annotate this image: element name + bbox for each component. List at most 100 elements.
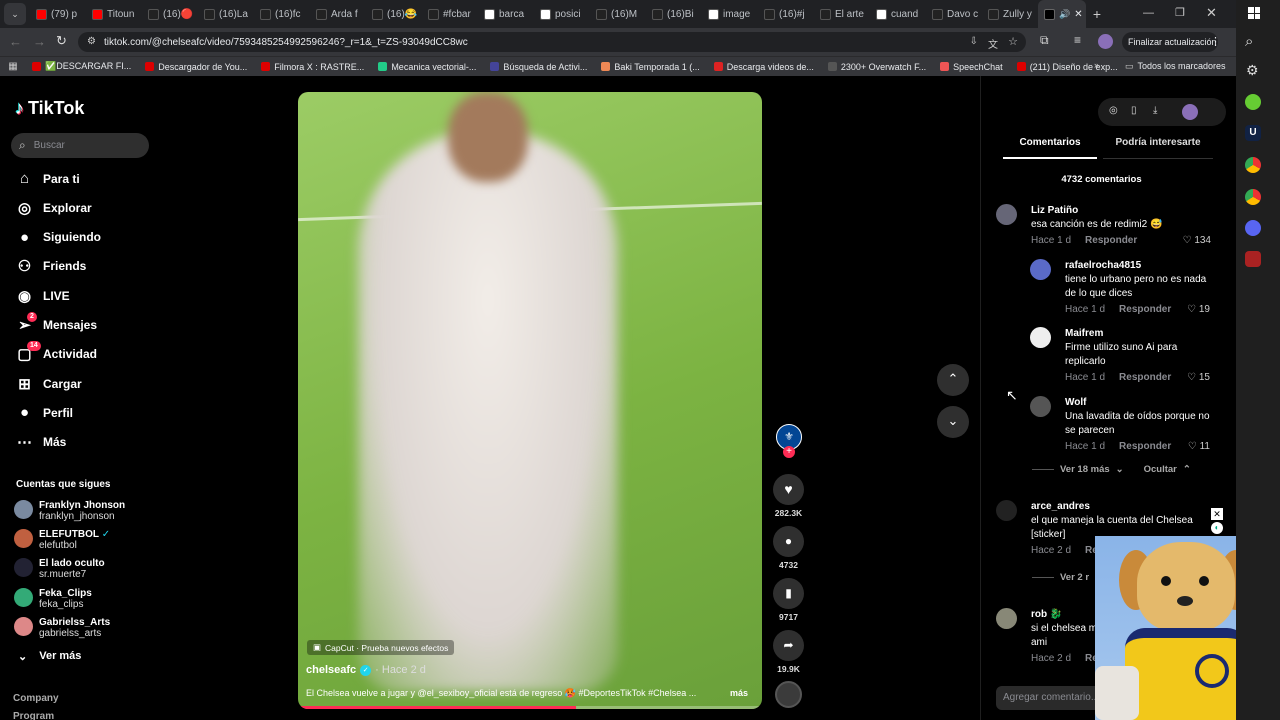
download-icon[interactable]: ⤓	[1153, 105, 1157, 116]
tab[interactable]: (16)Bi	[646, 0, 702, 28]
app-u-icon[interactable]: U	[1245, 125, 1261, 141]
overlay-toggle-icon[interactable]: ◐	[1211, 522, 1223, 534]
search-icon[interactable]: ⌕	[1245, 33, 1253, 50]
effect-pill[interactable]: ▣ CapCut · Prueba nuevos efectos	[307, 640, 455, 655]
minimize-button[interactable]: —	[1143, 7, 1154, 19]
nav-item-para-ti[interactable]: ⌂ Para ti	[16, 170, 80, 187]
bookmark-item[interactable]: Baki Temporada 1 (...	[595, 62, 705, 72]
video-author[interactable]: chelseafc	[306, 664, 356, 676]
music-disc-avatar[interactable]	[775, 681, 802, 708]
commenter-avatar[interactable]	[1030, 259, 1051, 280]
bookmark-item[interactable]: Mecanica vectorial-...	[372, 62, 482, 72]
followed-account[interactable]: El lado oculto sr.muerte7	[14, 558, 105, 580]
chrome-icon[interactable]	[1245, 157, 1261, 173]
bookmarks-overflow-icon[interactable]: »	[1094, 60, 1099, 70]
commenter-avatar[interactable]	[1030, 396, 1051, 417]
search-box[interactable]: ⌕ Buscar	[11, 133, 149, 158]
bookmark-item[interactable]: Filmora X : RASTRE...	[255, 62, 370, 72]
tab[interactable]: Titoun	[86, 0, 142, 28]
windows-icon[interactable]	[1248, 7, 1260, 19]
share-button[interactable]: ➦	[773, 630, 804, 661]
comment-like[interactable]: ♡ 11	[1188, 440, 1210, 454]
tab[interactable]: #fcbar	[422, 0, 478, 28]
window-close-button[interactable]: ✕	[1206, 5, 1217, 21]
tab[interactable]: cuand	[870, 0, 926, 28]
tab[interactable]: image	[702, 0, 758, 28]
footer-company[interactable]: Company	[13, 693, 59, 704]
nav-item-friends[interactable]: ⚇ Friends	[16, 258, 87, 275]
media-control-icon[interactable]: ≡	[1074, 33, 1081, 47]
tab[interactable]: (16)🔴	[142, 0, 198, 28]
discord-icon[interactable]	[1245, 220, 1261, 236]
next-video-button[interactable]: ⌄	[937, 406, 969, 438]
commenter-avatar[interactable]	[996, 204, 1017, 225]
followed-account[interactable]: Franklyn Jhonson franklyn_jhonson	[14, 500, 125, 522]
speaker-icon[interactable]: 🔊	[1059, 9, 1070, 20]
phone-icon[interactable]: ▯	[1131, 105, 1137, 116]
comment-button[interactable]: ●	[773, 526, 804, 557]
comment-like[interactable]: ♡ 134	[1183, 234, 1211, 248]
translate-icon[interactable]: 文	[988, 36, 998, 51]
commenter-avatar[interactable]	[1030, 327, 1051, 348]
reply-button[interactable]: Responder	[1119, 440, 1171, 454]
extensions-icon[interactable]: ⧉	[1040, 33, 1049, 48]
hide-label[interactable]: Ocultar	[1144, 464, 1177, 475]
tab[interactable]: Davo c	[926, 0, 982, 28]
followed-account[interactable]: Feka_Clips feka_clips	[14, 587, 92, 610]
see-more-link[interactable]: ⌄ Ver más	[18, 650, 81, 663]
bookmark-star-icon[interactable]: ☆	[1008, 35, 1018, 48]
bookmark-item[interactable]: Descargador de You...	[139, 62, 253, 72]
chrome-profile-icon[interactable]	[1245, 189, 1261, 205]
bookmark-item[interactable]: (211) Diseño de exp...	[1011, 62, 1124, 72]
tab[interactable]: El arte	[814, 0, 870, 28]
tab[interactable]: (16)fc	[254, 0, 310, 28]
tab-close-icon[interactable]: ✕	[1074, 9, 1082, 20]
nav-item-perfil[interactable]: ● Perfil	[16, 404, 73, 421]
new-tab-button[interactable]: +	[1086, 6, 1108, 22]
app-red-icon[interactable]	[1245, 251, 1261, 267]
nav-item-siguiendo[interactable]: ● Siguiendo	[16, 229, 101, 246]
follow-plus-button[interactable]: +	[783, 446, 795, 458]
commenter-avatar[interactable]	[996, 608, 1017, 629]
bookmark-item[interactable]: ✅DESCARGAR FI...	[26, 61, 137, 72]
compass-small-icon[interactable]: ◎	[1109, 105, 1118, 116]
followed-account[interactable]: Gabrielss_Arts gabrielss_arts	[14, 616, 110, 639]
commenter-name[interactable]: rafaelrocha4815	[1065, 259, 1210, 273]
tab[interactable]: (16)😂	[366, 0, 422, 28]
previous-video-button[interactable]: ⌃	[937, 364, 969, 396]
forward-icon[interactable]: →	[33, 34, 46, 49]
apps-grid-icon[interactable]: ▦	[0, 61, 26, 72]
commenter-name[interactable]: arce_andres	[1031, 500, 1211, 514]
tab[interactable]: (79) p	[30, 0, 86, 28]
nav-item-explorar[interactable]: ◎ Explorar	[16, 199, 92, 217]
save-button[interactable]: ▮	[773, 578, 804, 609]
tab[interactable]: Arda f	[310, 0, 366, 28]
caption-more-link[interactable]: más	[730, 688, 748, 699]
tiktok-logo[interactable]: ♪ TikTok	[15, 98, 84, 119]
nav-item-cargar[interactable]: ⊞ Cargar	[16, 375, 81, 393]
maximize-button[interactable]: ❐	[1175, 6, 1185, 19]
back-icon[interactable]: ←	[9, 34, 22, 49]
bookmark-item[interactable]: Búsqueda de Activi...	[484, 62, 593, 72]
tab-active[interactable]: 🔊 ✕	[1038, 0, 1086, 28]
app-green-icon[interactable]	[1245, 94, 1261, 110]
tab-interest[interactable]: Podría interesarte	[1103, 137, 1213, 159]
view-more-replies-2[interactable]: Ver 2 r	[1032, 572, 1089, 583]
address-bar[interactable]: ⚙ tiktok.com/@chelseafc/video/7593485254…	[78, 32, 1026, 52]
bookmark-item[interactable]: 2300+ Overwatch F...	[822, 62, 932, 72]
tab[interactable]: barca	[478, 0, 534, 28]
all-bookmarks[interactable]: ▭ Todos los marcadores	[1125, 61, 1226, 72]
tab[interactable]: (16)La	[198, 0, 254, 28]
reply-button[interactable]: Responder	[1119, 371, 1171, 385]
tab-list-button[interactable]: ⌄	[4, 3, 26, 25]
bookmark-item[interactable]: Descarga videos de...	[708, 62, 820, 72]
like-button[interactable]: ♥	[773, 474, 804, 505]
tab[interactable]: posici	[534, 0, 590, 28]
comment-like[interactable]: ♡ 15	[1187, 371, 1210, 385]
install-icon[interactable]: ⇩	[970, 36, 978, 47]
tab[interactable]: Zully y	[982, 0, 1038, 28]
reply-button[interactable]: Responder	[1085, 234, 1137, 248]
reply-button[interactable]: Responder	[1119, 303, 1171, 317]
commenter-name[interactable]: Wolf	[1065, 396, 1210, 410]
commenter-name[interactable]: Maifrem	[1065, 327, 1210, 341]
